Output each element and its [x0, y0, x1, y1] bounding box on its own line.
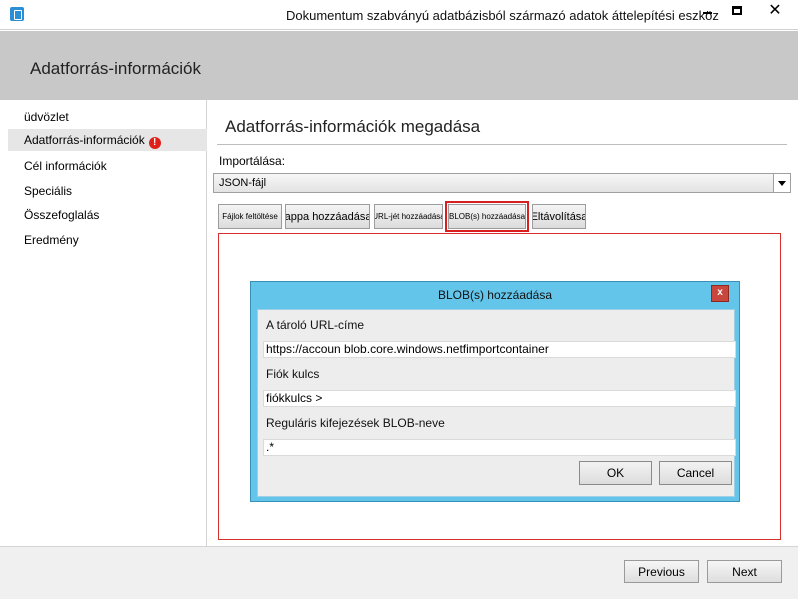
add-files-button[interactable]: Fájlok feltöltése	[218, 204, 282, 229]
minimize-icon	[702, 12, 712, 14]
close-icon: ✕	[768, 2, 782, 19]
chevron-down-icon[interactable]	[773, 174, 790, 192]
previous-label: Previous	[638, 564, 685, 579]
sidebar-item-welcome[interactable]: üdvözlet	[8, 106, 207, 128]
maximize-icon	[732, 5, 742, 15]
import-type-value: JSON-fájl	[219, 177, 267, 189]
close-window-button[interactable]: ✕	[752, 0, 798, 20]
container-url-label: A tároló URL-címe	[266, 318, 365, 332]
close-icon: x	[717, 287, 723, 298]
dialog-body: A tároló URL-címe https://accoun blob.co…	[257, 309, 736, 497]
add-blob-dialog: BLOB(s) hozzáadása x A tároló URL-címe h…	[250, 281, 740, 502]
account-key-label: Fiók kulcs	[266, 367, 320, 381]
container-url-input[interactable]: https://accoun blob.core.windows.netfimp…	[263, 341, 736, 358]
sidebar-item-label: Speciális	[24, 184, 73, 198]
next-label: Next	[732, 564, 757, 579]
add-blob-button[interactable]: BLOB(s) hozzáadása	[445, 201, 529, 232]
sidebar-item-label: Összefoglalás	[24, 208, 100, 222]
wizard-footer: Previous Next	[0, 546, 798, 599]
cancel-label: Cancel	[676, 466, 715, 480]
page-title: Adatforrás-információk	[30, 59, 202, 78]
add-url-button[interactable]: URL-jét hozzáadása	[374, 204, 443, 229]
dialog-close-button[interactable]: x	[711, 285, 729, 302]
window-titlebar: Dokumentum szabványú adatbázisból szárma…	[0, 0, 798, 30]
regex-label: Reguláris kifejezések BLOB-neve	[266, 416, 445, 430]
add-blob-label: BLOB(s) hozzáadása	[448, 212, 526, 221]
sidebar-item-label: üdvözlet	[24, 110, 69, 124]
sidebar-item-source-info[interactable]: Adatforrás-információk!	[8, 129, 207, 151]
sidebar-item-label: Eredmény	[24, 233, 79, 247]
add-files-label: Fájlok feltöltése	[222, 212, 278, 221]
remove-button[interactable]: Eltávolítása	[532, 204, 586, 229]
main-content: Adatforrás-információk megadása Importál…	[208, 100, 798, 546]
app-icon	[10, 7, 24, 21]
sidebar: üdvözlet Adatforrás-információk! Cél inf…	[0, 100, 207, 546]
add-folder-label: Mappa hozzáadása	[285, 210, 370, 223]
next-button[interactable]: Next	[707, 560, 782, 583]
add-folder-button[interactable]: Mappa hozzáadása	[285, 204, 370, 229]
regex-input[interactable]: .*	[263, 439, 736, 456]
previous-button[interactable]: Previous	[624, 560, 699, 583]
file-list-area[interactable]: BLOB(s) hozzáadása x A tároló URL-címe h…	[218, 233, 781, 540]
page-header: Adatforrás-információk	[0, 31, 798, 100]
remove-label: Eltávolítása	[532, 210, 586, 223]
sidebar-item-label: Adatforrás-információk	[24, 133, 145, 147]
import-label: Importálása:	[219, 154, 286, 168]
sidebar-item-target-info[interactable]: Cél információk	[8, 155, 207, 177]
section-title: Adatforrás-információk megadása	[225, 117, 481, 136]
sidebar-item-summary[interactable]: Összefoglalás	[8, 204, 207, 226]
window-controls: ✕	[692, 0, 798, 22]
sidebar-item-result[interactable]: Eredmény	[8, 229, 207, 251]
ok-button[interactable]: OK	[579, 461, 652, 485]
sidebar-item-advanced[interactable]: Speciális	[8, 180, 207, 202]
window-title: Dokumentum szabványú adatbázisból szárma…	[286, 8, 719, 23]
ok-label: OK	[606, 466, 625, 480]
warning-icon: !	[148, 137, 161, 149]
sidebar-item-label: Cél információk	[24, 159, 107, 173]
minimize-button[interactable]	[692, 0, 722, 20]
maximize-button[interactable]	[722, 0, 752, 20]
cancel-button[interactable]: Cancel	[659, 461, 732, 485]
dialog-title: BLOB(s) hozzáadása	[437, 288, 553, 302]
account-key-input[interactable]: fiókkulcs >	[263, 390, 736, 407]
import-type-select[interactable]: JSON-fájl	[213, 173, 791, 193]
add-url-label: URL-jét hozzáadása	[374, 212, 443, 221]
section-divider	[217, 144, 787, 145]
